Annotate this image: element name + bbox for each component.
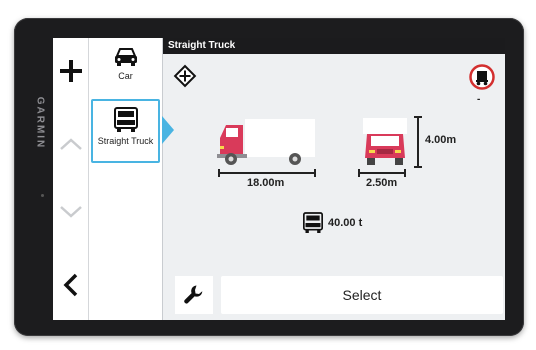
vehicle-profile-panel: - 18.00m 2.50m 4.00m 40.00 t Select [163, 54, 505, 320]
page-title: Straight Truck [168, 40, 236, 51]
tools-button[interactable] [175, 276, 213, 314]
vehicle-label-car: Car [118, 71, 133, 81]
weight-row: 40.00 t [303, 212, 362, 234]
chevron-up-icon [59, 138, 82, 150]
brand-text: GARMIN [34, 96, 46, 150]
select-button[interactable]: Select [221, 276, 503, 314]
length-value: 18.00m [247, 177, 285, 189]
wrench-icon [184, 285, 203, 304]
plus-icon [59, 60, 82, 82]
trailer-restriction-icon[interactable] [469, 64, 495, 92]
vehicle-label-truck: Straight Truck [97, 136, 154, 146]
back-button[interactable] [53, 268, 88, 302]
chevron-left-icon [63, 273, 77, 297]
width-value: 2.50m [366, 177, 398, 189]
truck-side-view-illustration [217, 119, 315, 165]
height-value: 4.00m [425, 134, 457, 146]
hazmat-icon[interactable] [173, 64, 197, 88]
weight-truck-icon [303, 212, 323, 233]
vehicle-item-car[interactable]: Car [91, 40, 160, 94]
brand-logo: GARMIN [32, 78, 48, 168]
car-icon [114, 48, 137, 66]
left-toolbar [53, 38, 89, 320]
scroll-up-button[interactable] [53, 132, 88, 156]
screen: Car Straight Truck Straight Truck - 18.0… [53, 38, 505, 320]
title-bar: Straight Truck [163, 38, 505, 54]
restriction-value: - [477, 94, 481, 105]
length-dimension-line [218, 169, 316, 177]
light-sensor [41, 194, 44, 197]
height-dimension-line [414, 116, 422, 168]
weight-value: 40.00 t [328, 217, 363, 229]
truck-icon [113, 107, 138, 132]
truck-front-view-illustration [363, 118, 407, 165]
chevron-down-icon [59, 206, 82, 218]
width-dimension-line [358, 169, 406, 177]
add-button[interactable] [53, 54, 88, 88]
vehicle-item-straight-truck[interactable]: Straight Truck [91, 99, 160, 163]
scroll-down-button[interactable] [53, 200, 88, 224]
vehicle-list: Car Straight Truck [89, 38, 163, 320]
